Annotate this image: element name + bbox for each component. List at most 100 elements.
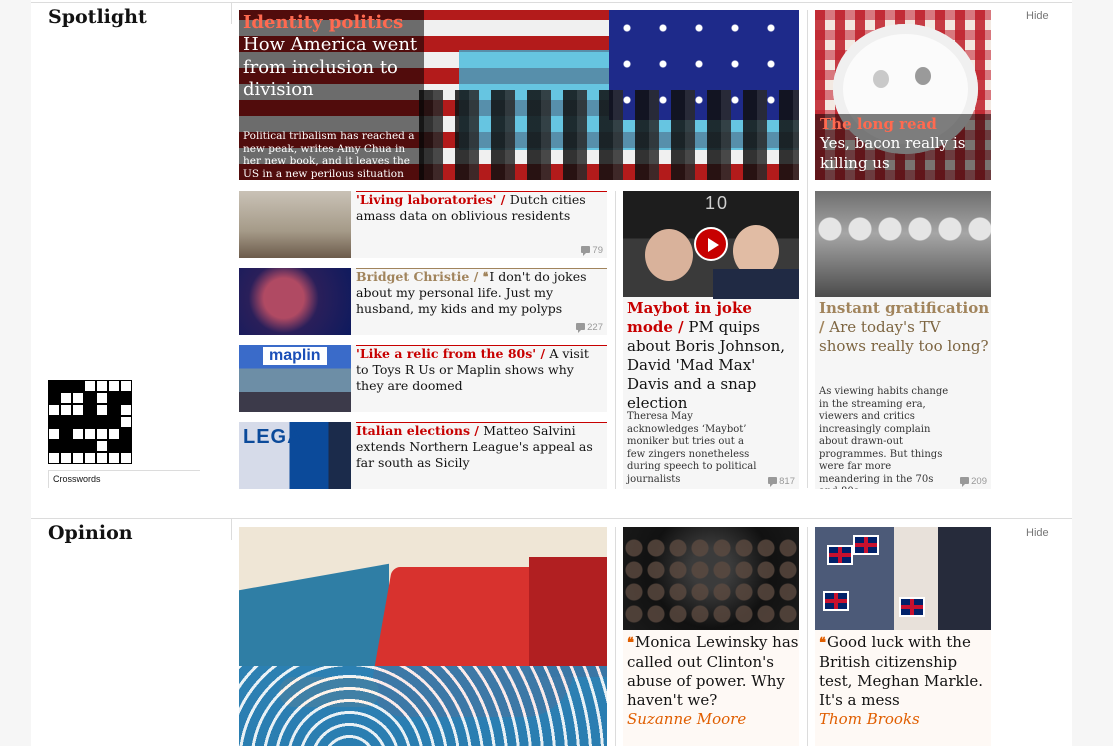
crossword-cell <box>108 404 120 416</box>
crossword-cell <box>108 392 120 404</box>
cast-image <box>815 209 991 249</box>
opinion-story-card[interactable]: ❛❛ Monica Lewinsky has called out Clinton… <box>623 527 799 746</box>
crossword-cell <box>72 440 84 452</box>
crossword-cell <box>120 392 132 404</box>
crossword-cell <box>48 392 60 404</box>
story-text: Instant gratification / Are today's TV s… <box>819 299 991 356</box>
crossword-cell <box>120 380 132 392</box>
union-flag-icon <box>827 545 853 565</box>
crossword-cell <box>108 380 120 392</box>
section-divider <box>31 2 1072 3</box>
comment-count[interactable]: 817 <box>768 476 795 487</box>
story-image <box>623 527 799 630</box>
story-standfirst: As viewing habits change in the streamin… <box>819 386 949 489</box>
story-text: 'Living laboratories' / Dutch cities ama… <box>356 192 603 224</box>
crossword-cell <box>60 440 72 452</box>
story-text: Italian elections / Matteo Salvini exten… <box>356 423 603 471</box>
crossword-cell <box>96 380 108 392</box>
lead-headline: How America went from inclusion to divis… <box>243 34 418 100</box>
opinion-illustration-card[interactable] <box>239 527 607 746</box>
longread-card[interactable]: The long read Yes, bacon really is killi… <box>815 10 991 180</box>
comment-icon <box>960 477 970 487</box>
story-thumbnail: LEGA <box>239 422 351 489</box>
crossword-cell <box>96 416 108 428</box>
column-divider <box>615 527 616 746</box>
lead-story-card[interactable]: Identity politics How America went from … <box>239 10 799 180</box>
story-kicker: Bridget Christie <box>356 269 470 284</box>
story-byline[interactable]: Thom Brooks <box>819 710 991 729</box>
story-image <box>815 527 991 630</box>
kicker-separator: / <box>469 269 483 284</box>
section-title-opinion: Opinion <box>48 522 133 544</box>
comment-icon <box>576 323 586 333</box>
crossword-cell <box>120 452 132 464</box>
crossword-cell <box>48 404 60 416</box>
list-item[interactable]: LEGA Italian elections / Matteo Salvini … <box>239 422 607 489</box>
comment-count[interactable]: 79 <box>581 245 603 256</box>
crossword-grid-icon[interactable] <box>48 380 132 464</box>
story-thumbnail <box>239 191 351 258</box>
maybot-story-card[interactable]: 10 Maybot in joke mode / PM quips about … <box>623 191 799 489</box>
story-byline[interactable]: Suzanne Moore <box>627 710 799 729</box>
longread-headline: Yes, bacon really is killing us <box>820 134 966 172</box>
story-headline: Monica Lewinsky has called out Clinton's… <box>627 633 799 709</box>
quote-icon: ❛❛ <box>627 635 634 651</box>
crossword-cell <box>120 440 132 452</box>
column-divider <box>231 2 232 24</box>
crossword-cell <box>84 380 96 392</box>
kicker-separator: / <box>819 318 825 336</box>
crossword-cell <box>48 440 60 452</box>
crossword-cell <box>96 404 108 416</box>
kicker-separator: / <box>536 346 550 361</box>
crossword-cell <box>84 428 96 440</box>
story-kicker: 'Living laboratories' <box>356 192 497 207</box>
list-item[interactable]: maplin 'Like a relic from the 80s' / A v… <box>239 345 607 412</box>
door-number: 10 <box>705 193 730 213</box>
crossword-cell <box>108 440 120 452</box>
comment-count[interactable]: 209 <box>960 476 987 487</box>
column-divider <box>615 191 616 489</box>
crossword-cell <box>96 392 108 404</box>
story-kicker: Instant gratification <box>819 299 990 317</box>
section-title-spotlight: Spotlight <box>48 6 147 28</box>
crossword-cell <box>84 392 96 404</box>
list-item[interactable]: Bridget Christie / ❛❛ I don't do jokes ab… <box>239 268 607 335</box>
longread-kicker: The long read <box>820 115 937 133</box>
crossword-cell <box>48 428 60 440</box>
story-standfirst: Theresa May acknowledges ‘Maybot’ monike… <box>627 411 757 485</box>
crossword-divider <box>48 470 200 471</box>
crossword-cell <box>60 404 72 416</box>
play-video-button[interactable] <box>694 227 728 261</box>
crossword-divider <box>48 470 49 488</box>
shaker-image <box>915 67 931 85</box>
union-flag-icon <box>899 597 925 617</box>
crossword-cell <box>108 452 120 464</box>
story-headline: Are today's TV shows really too long? <box>819 318 989 355</box>
comment-icon <box>768 477 778 487</box>
column-divider <box>231 518 232 540</box>
figure-image <box>713 269 799 299</box>
crossword-cell <box>120 416 132 428</box>
crossword-cell <box>96 440 108 452</box>
kicker-separator: / <box>672 318 684 336</box>
hide-button[interactable]: Hide <box>1026 527 1049 539</box>
story-text: Maybot in joke mode / PM quips about Bor… <box>627 299 799 413</box>
tv-story-card[interactable]: Instant gratification / Are today's TV s… <box>815 191 991 489</box>
crossword-cell <box>96 428 108 440</box>
comment-count[interactable]: 227 <box>576 322 603 333</box>
opinion-story-card[interactable]: ❛❛ Good luck with the British citizenship… <box>815 527 991 746</box>
lead-standfirst: Political tribalism has reached a new pe… <box>243 130 415 180</box>
crossword-link[interactable]: Crosswords <box>53 474 101 484</box>
figure-image <box>645 229 693 281</box>
kicker-separator: / <box>470 423 484 438</box>
kicker-separator: / <box>496 192 510 207</box>
hide-button[interactable]: Hide <box>1026 10 1049 22</box>
crossword-cell <box>120 428 132 440</box>
crossword-cell <box>60 392 72 404</box>
ship-illustration <box>529 557 607 677</box>
crossword-cell <box>84 452 96 464</box>
list-item[interactable]: 'Living laboratories' / Dutch cities ama… <box>239 191 607 258</box>
column-divider <box>807 527 808 746</box>
lega-lettering: LEGA <box>243 426 303 448</box>
crowd-image <box>623 537 799 627</box>
